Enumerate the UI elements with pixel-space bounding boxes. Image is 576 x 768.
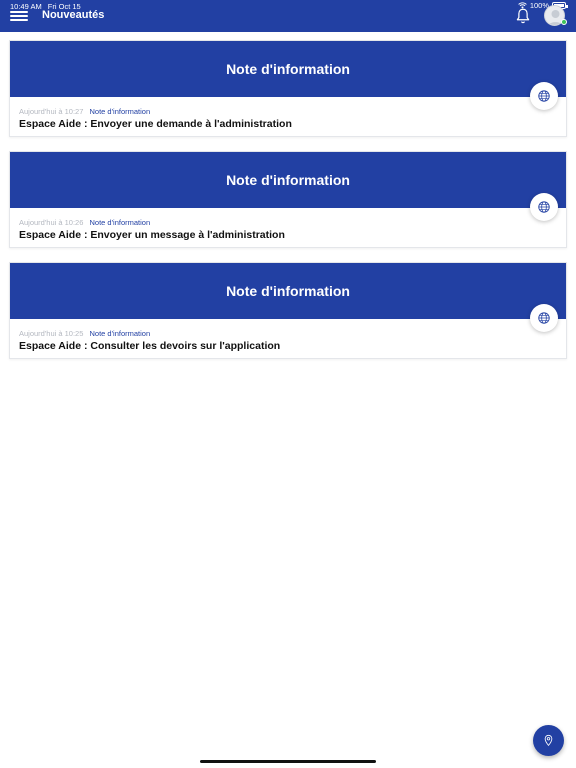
card-title[interactable]: Espace Aide : Consulter les devoirs sur … bbox=[19, 340, 280, 352]
card-timestamp: Aujourd'hui à 10:25 bbox=[19, 329, 84, 338]
globe-glyph bbox=[538, 90, 550, 102]
card-banner[interactable]: Note d'information bbox=[10, 152, 566, 208]
home-indicator[interactable] bbox=[200, 760, 376, 763]
news-card[interactable]: Note d'information Aujourd'hui à 10:27 N… bbox=[9, 40, 567, 137]
bell-icon[interactable] bbox=[514, 7, 532, 25]
card-category-link[interactable]: Note d'information bbox=[90, 218, 151, 227]
card-meta: Aujourd'hui à 10:27 Note d'information bbox=[19, 107, 150, 116]
globe-icon[interactable] bbox=[530, 82, 558, 110]
news-card[interactable]: Note d'information Aujourd'hui à 10:25 N… bbox=[9, 262, 567, 359]
card-banner[interactable]: Note d'information bbox=[10, 263, 566, 319]
news-card[interactable]: Note d'information Aujourd'hui à 10:26 N… bbox=[9, 151, 567, 248]
card-meta: Aujourd'hui à 10:26 Note d'information bbox=[19, 218, 150, 227]
top-bar: 10:49 AM Fri Oct 15 100% Nouveautés bbox=[0, 0, 576, 32]
map-pin-icon bbox=[544, 734, 553, 747]
card-category-link[interactable]: Note d'information bbox=[90, 107, 151, 116]
map-pin-button[interactable] bbox=[533, 725, 564, 756]
hamburger-menu-icon[interactable] bbox=[10, 10, 28, 22]
card-title[interactable]: Espace Aide : Envoyer une demande à l'ad… bbox=[19, 118, 292, 130]
card-timestamp: Aujourd'hui à 10:27 bbox=[19, 107, 84, 116]
card-title[interactable]: Espace Aide : Envoyer un message à l'adm… bbox=[19, 229, 285, 241]
globe-icon[interactable] bbox=[530, 304, 558, 332]
card-banner[interactable]: Note d'information bbox=[10, 41, 566, 97]
app-root: 10:49 AM Fri Oct 15 100% Nouveautés Note… bbox=[0, 0, 576, 768]
card-timestamp: Aujourd'hui à 10:26 bbox=[19, 218, 84, 227]
globe-icon[interactable] bbox=[530, 193, 558, 221]
globe-glyph bbox=[538, 312, 550, 324]
page-title: Nouveautés bbox=[42, 9, 105, 21]
card-meta: Aujourd'hui à 10:25 Note d'information bbox=[19, 329, 150, 338]
globe-glyph bbox=[538, 201, 550, 213]
card-category-link[interactable]: Note d'information bbox=[90, 329, 151, 338]
news-feed: Note d'information Aujourd'hui à 10:27 N… bbox=[9, 40, 567, 373]
online-status-dot bbox=[561, 19, 567, 25]
